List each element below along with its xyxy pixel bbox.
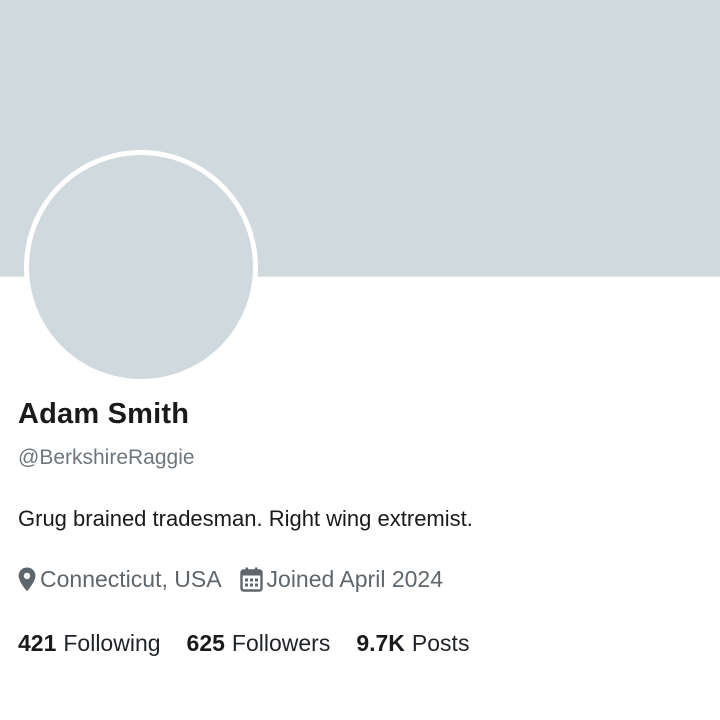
- joined-item: Joined April 2024: [239, 566, 443, 593]
- posts-link[interactable]: 9.7K Posts: [356, 630, 469, 657]
- followers-count: 625: [186, 630, 225, 656]
- profile-stats: 421 Following 625 Followers 9.7K Posts: [18, 630, 495, 657]
- map-pin-icon: [18, 567, 36, 592]
- calendar-icon: [239, 567, 263, 592]
- profile-name: Adam Smith: [18, 398, 190, 430]
- following-label: Following: [63, 630, 161, 656]
- posts-label: Posts: [411, 630, 470, 656]
- joined-text: Joined April 2024: [266, 566, 443, 592]
- followers-link[interactable]: 625 Followers: [187, 630, 331, 657]
- followers-label: Followers: [231, 630, 331, 656]
- profile-bio: Grug brained tradesman. Right wing extre…: [18, 506, 473, 531]
- avatar[interactable]: [24, 150, 258, 384]
- location-item: Connecticut, USA: [18, 566, 222, 593]
- posts-count: 9.7K: [356, 630, 405, 656]
- profile-handle: @BerkshireRaggie: [18, 446, 195, 469]
- following-count: 421: [18, 630, 57, 656]
- profile-meta: Connecticut, USA Joined April 2024: [18, 566, 443, 593]
- profile-page: Adam Smith @BerkshireRaggie Grug brained…: [0, 0, 720, 720]
- location-text: Connecticut, USA: [40, 566, 222, 592]
- following-link[interactable]: 421 Following: [18, 630, 161, 657]
